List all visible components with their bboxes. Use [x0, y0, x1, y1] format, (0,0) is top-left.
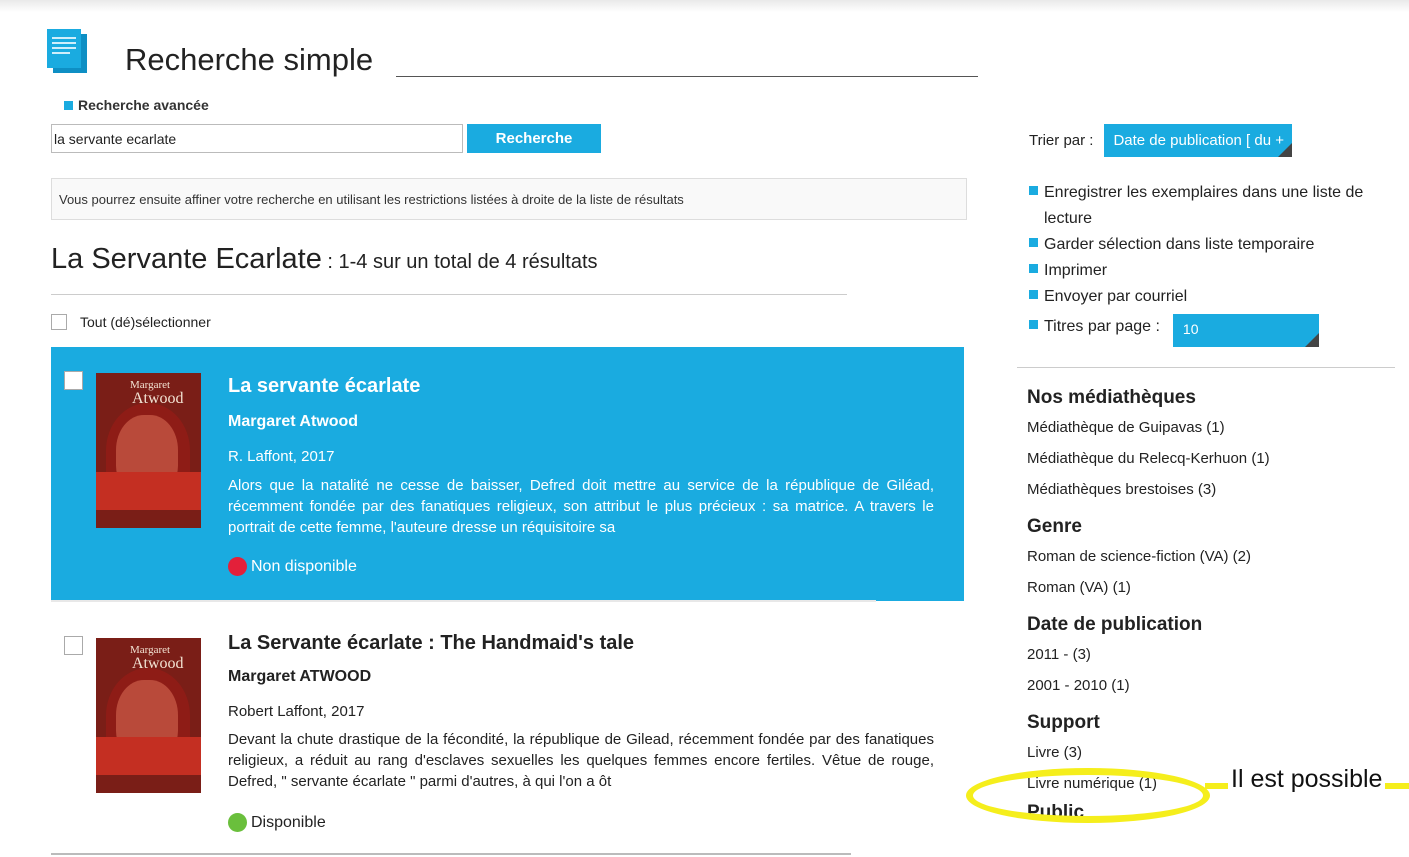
select-all-label: Tout (dé)sélectionner	[80, 314, 211, 330]
result-actions: Enregistrer les exemplaires dans une lis…	[1029, 180, 1379, 347]
sort-value: Date de publication [ du +	[1113, 132, 1284, 149]
cover-author-last: Atwood	[132, 655, 184, 672]
availability-status: Non disponible	[228, 557, 357, 576]
search-button[interactable]: Recherche	[467, 124, 601, 153]
results-divider	[51, 294, 847, 295]
action-label: Garder sélection dans liste temporaire	[1044, 236, 1315, 253]
facet-item[interactable]: Médiathèques brestoises (3)	[1027, 474, 1407, 505]
available-dot-icon	[228, 813, 247, 832]
action-print[interactable]: Imprimer	[1029, 258, 1379, 284]
search-input[interactable]	[51, 124, 463, 153]
book-cover[interactable]: Margaret Atwood	[96, 638, 201, 793]
results-title: La Servante Ecarlate	[51, 243, 322, 275]
sort-select[interactable]: Date de publication [ du +	[1104, 124, 1293, 157]
facet-item[interactable]: Médiathèque de Guipavas (1)	[1027, 412, 1407, 443]
facet-heading-mediatheques: Nos médiathèques	[1027, 387, 1196, 408]
facet-heading-genre: Genre	[1027, 516, 1082, 537]
result-checkbox[interactable]	[64, 636, 83, 655]
sort-control: Trier par : Date de publication [ du +	[1029, 124, 1293, 157]
titles-per-page: Titres par page : 10	[1029, 314, 1379, 347]
result-title[interactable]: La servante écarlate	[228, 375, 420, 398]
top-shadow	[0, 0, 1409, 12]
result-publisher: R. Laffont, 2017	[228, 448, 335, 465]
availability-status: Disponible	[228, 813, 326, 832]
bullet-square-icon	[1029, 290, 1038, 299]
per-page-select[interactable]: 10	[1172, 314, 1319, 347]
results-count: : 1-4 sur un total de 4 résultats	[321, 251, 598, 273]
facet-spacer	[1027, 701, 1407, 709]
advanced-search-label: Recherche avancée	[78, 97, 209, 113]
availability-label: Disponible	[251, 813, 326, 831]
sort-label: Trier par :	[1029, 132, 1094, 149]
book-cover[interactable]: Margaret Atwood	[96, 373, 201, 528]
results-heading: La Servante Ecarlate : 1-4 sur un total …	[51, 243, 598, 276]
dropdown-corner-icon	[1278, 143, 1293, 157]
result-author[interactable]: Margaret Atwood	[228, 413, 358, 431]
description-fade	[814, 771, 934, 792]
sidebar-divider	[1017, 367, 1395, 368]
action-save-reading-list[interactable]: Enregistrer les exemplaires dans une lis…	[1029, 180, 1379, 232]
result-divider	[51, 600, 876, 602]
page-title: Recherche simple	[125, 42, 374, 77]
highlight-ellipse	[966, 768, 1210, 823]
facet-item[interactable]: Médiathèque du Relecq-Kerhuon (1)	[1027, 443, 1407, 474]
document-icon	[47, 29, 87, 73]
unavailable-dot-icon	[228, 557, 247, 576]
result-description: Devant la chute drastique de la fécondit…	[228, 729, 934, 792]
availability-label: Non disponible	[251, 557, 357, 575]
facet-item[interactable]: Roman (VA) (1)	[1027, 572, 1407, 603]
facet-spacer	[1027, 505, 1407, 513]
cover-author-last: Atwood	[132, 390, 184, 407]
action-label: Enregistrer les exemplaires dans une lis…	[1044, 184, 1364, 227]
advanced-search-link[interactable]: Recherche avancée	[64, 97, 209, 113]
result-item[interactable]: Margaret Atwood La servante écarlate Mar…	[51, 347, 964, 601]
title-rule	[396, 76, 978, 77]
result-description: Alors que la natalité ne cesse de baisse…	[228, 475, 934, 538]
dropdown-corner-icon	[1304, 333, 1319, 347]
select-all[interactable]: Tout (dé)sélectionner	[51, 314, 211, 330]
result-title[interactable]: La Servante écarlate : The Handmaid's ta…	[228, 632, 634, 655]
facet-heading-support: Support	[1027, 712, 1100, 733]
per-page-value: 10	[1182, 321, 1199, 337]
annotation-text: Il est possible	[1228, 765, 1386, 794]
facet-item[interactable]: Roman de science-fiction (VA) (2)	[1027, 541, 1407, 572]
bullet-square-icon	[64, 100, 73, 110]
facet-item[interactable]: 2011 - (3)	[1027, 639, 1407, 670]
result-author[interactable]: Margaret ATWOOD	[228, 668, 371, 686]
action-keep-temporary[interactable]: Garder sélection dans liste temporaire	[1029, 232, 1379, 258]
per-page-label: Titres par page :	[1044, 318, 1160, 335]
facet-item[interactable]: 2001 - 2010 (1)	[1027, 670, 1407, 701]
result-divider	[51, 853, 851, 855]
bullet-square-icon	[1029, 186, 1038, 195]
result-publisher: Robert Laffont, 2017	[228, 703, 365, 720]
select-all-checkbox[interactable]	[51, 314, 67, 330]
bullet-square-icon	[1029, 264, 1038, 273]
description-fade	[814, 517, 934, 538]
bullet-square-icon	[1029, 320, 1038, 329]
action-label: Envoyer par courriel	[1044, 288, 1188, 305]
cover-band	[96, 472, 201, 510]
action-email[interactable]: Envoyer par courriel	[1029, 284, 1379, 310]
result-item[interactable]: Margaret Atwood La Servante écarlate : T…	[51, 612, 964, 842]
facet-item[interactable]: Livre (3)	[1027, 737, 1407, 768]
search-info-text: Vous pourrez ensuite affiner votre reche…	[59, 191, 684, 207]
result-checkbox[interactable]	[64, 371, 83, 390]
facet-panel: Nos médiathèques Médiathèque de Guipavas…	[1027, 384, 1407, 827]
bullet-square-icon	[1029, 238, 1038, 247]
cover-band	[96, 737, 201, 775]
facet-heading-date: Date de publication	[1027, 614, 1203, 635]
action-label: Imprimer	[1044, 262, 1108, 279]
search-info-box: Vous pourrez ensuite affiner votre reche…	[51, 178, 967, 220]
facet-spacer	[1027, 603, 1407, 611]
